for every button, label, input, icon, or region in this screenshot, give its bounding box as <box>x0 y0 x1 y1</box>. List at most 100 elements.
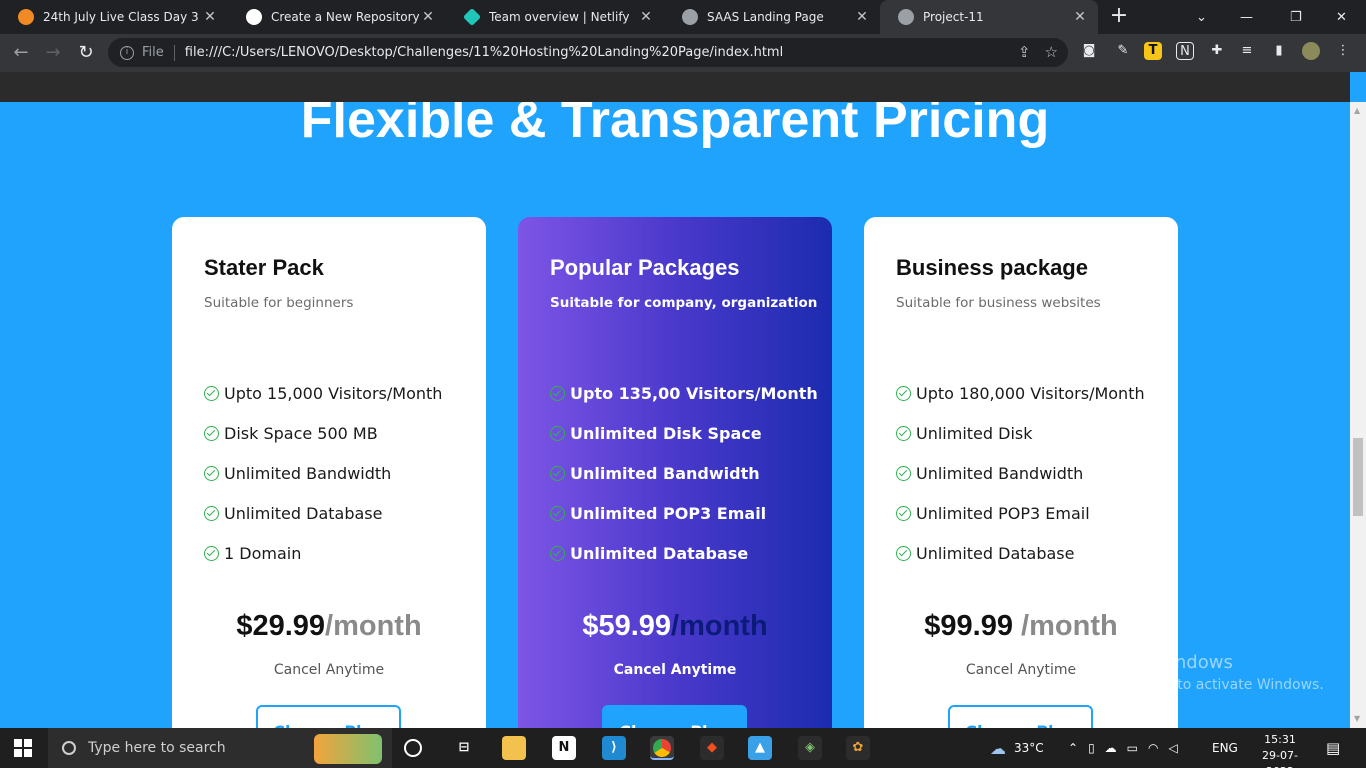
check-circle-icon <box>896 465 911 481</box>
feature-item: Disk Space 500 MB <box>204 413 486 453</box>
search-placeholder: Type here to search <box>88 740 226 756</box>
feature-list: Upto 135,00 Visitors/Month Unlimited Dis… <box>550 373 832 573</box>
feature-text: Unlimited Database <box>916 543 1075 563</box>
cancel-note: Cancel Anytime <box>273 662 385 678</box>
bookmark-star-icon[interactable]: ☆ <box>1045 43 1058 61</box>
network-adapter-icon[interactable]: ▯ <box>1088 741 1095 755</box>
notion-app-icon[interactable]: N <box>552 736 576 760</box>
clock-date: 29-07-2022 <box>1262 749 1298 768</box>
chrome-icon[interactable] <box>650 736 674 760</box>
globe-favicon-icon <box>682 9 698 25</box>
figma-icon[interactable]: ◆ <box>700 736 724 760</box>
t-extension-icon[interactable]: T <box>1144 42 1162 60</box>
site-info-icon[interactable]: i <box>120 45 134 60</box>
feature-text: Upto 135,00 Visitors/Month <box>570 383 818 403</box>
tab-title: Team overview | Netlify <box>489 10 630 24</box>
system-tray-icons: ⌃ ▯ ☁ ▭ ◠ ◁ <box>1068 728 1178 768</box>
camera-extension-icon[interactable]: ◙ <box>1080 42 1098 60</box>
reload-button[interactable]: ↻ <box>73 40 99 66</box>
plan-card-popular: Popular Packages Suitable for company, o… <box>518 217 832 728</box>
windows-taskbar: Type here to search ⊟ N ⟩ ◆ ▲ ◈ ✿ ☁ 33°C… <box>0 728 1366 768</box>
weather-widget[interactable]: ☁ 33°C <box>990 728 1044 768</box>
plan-subtitle: Suitable for business websites <box>896 295 1101 311</box>
feature-text: Upto 15,000 Visitors/Month <box>224 383 443 403</box>
feature-list: Upto 180,000 Visitors/Month Unlimited Di… <box>896 373 1178 573</box>
weather-cloud-icon: ☁ <box>990 738 1006 758</box>
feature-item: Unlimited Database <box>896 533 1178 573</box>
tab-search-icon[interactable]: ⌄ <box>1196 0 1207 34</box>
close-tab-icon[interactable]: ✕ <box>202 9 218 25</box>
minimize-button[interactable]: — <box>1240 0 1253 34</box>
scrollbar-thumb[interactable] <box>1353 438 1363 516</box>
feature-item: Unlimited Disk Space <box>550 413 832 453</box>
activate-windows-watermark: Activate Windows Go to Settings to activ… <box>1073 652 1324 693</box>
scroll-up-arrow-icon[interactable]: ▲ <box>1354 106 1360 115</box>
divider <box>173 44 175 61</box>
choose-plan-button[interactable]: Choose Plan <box>256 705 401 728</box>
windows-start-button[interactable] <box>14 739 32 757</box>
check-circle-icon <box>550 465 565 481</box>
tab-create-repository[interactable]: Create a New Repository ✕ <box>228 0 446 34</box>
plan-subtitle: Suitable for company, organization <box>550 295 818 311</box>
pen-extension-icon[interactable]: ✎ <box>1114 42 1132 60</box>
page-viewport: Flexible & Transparent Pricing Stater Pa… <box>0 72 1350 728</box>
show-hidden-icons-chevron-icon[interactable]: ⌃ <box>1068 741 1078 755</box>
choose-plan-button[interactable]: Choose Plan <box>602 705 747 728</box>
wifi-icon[interactable]: ◠ <box>1148 741 1158 755</box>
close-tab-icon[interactable]: ✕ <box>1072 9 1088 25</box>
photos-icon[interactable]: ▲ <box>748 736 772 760</box>
page-scrollbar[interactable]: ▲ ▼ <box>1350 102 1366 728</box>
cortana-icon[interactable] <box>404 739 422 757</box>
feature-text: Unlimited Bandwidth <box>224 463 392 483</box>
check-circle-icon <box>896 425 911 441</box>
task-view-icon[interactable]: ⊟ <box>452 736 476 760</box>
price-period: /month <box>671 610 768 642</box>
tab-netlify[interactable]: Team overview | Netlify ✕ <box>446 0 664 34</box>
share-icon[interactable]: ⇪ <box>1018 43 1031 61</box>
tab-project-11[interactable]: Project-11 ✕ <box>880 0 1098 34</box>
tab-title: Create a New Repository <box>271 10 420 24</box>
check-circle-icon <box>550 505 565 521</box>
tab-live-class[interactable]: 24th July Live Class Day 3 - F ✕ <box>0 0 228 34</box>
feature-list: Upto 15,000 Visitors/Month Disk Space 50… <box>204 373 486 573</box>
file-explorer-icon[interactable] <box>502 736 526 760</box>
new-tab-button[interactable]: + <box>1108 5 1130 27</box>
browser-tab-strip: 24th July Live Class Day 3 - F ✕ Create … <box>0 0 1366 34</box>
restore-button[interactable]: ❐ <box>1290 0 1302 34</box>
taskbar-search-box[interactable]: Type here to search <box>48 728 392 768</box>
price-amount: $59.99 <box>582 610 672 642</box>
side-panel-icon[interactable]: ▮ <box>1270 42 1288 60</box>
paint-icon[interactable]: ✿ <box>846 736 870 760</box>
feature-text: Unlimited Bandwidth <box>570 463 760 483</box>
temperature-text: 33°C <box>1014 741 1044 755</box>
language-indicator[interactable]: ENG <box>1212 728 1238 768</box>
onedrive-cloud-icon[interactable]: ☁ <box>1105 741 1117 755</box>
close-tab-icon[interactable]: ✕ <box>854 9 870 25</box>
battery-icon[interactable]: ▭ <box>1127 741 1138 755</box>
clock[interactable]: 15:31 29-07-2022 <box>1250 732 1310 768</box>
scroll-down-arrow-icon[interactable]: ▼ <box>1354 714 1360 723</box>
notification-center-icon[interactable]: ▤ <box>1326 728 1340 768</box>
address-bar[interactable]: i File file:///C:/Users/LENOVO/Desktop/C… <box>108 38 1068 67</box>
back-button[interactable]: ← <box>8 40 34 66</box>
vscode-icon[interactable]: ⟩ <box>602 736 626 760</box>
profile-avatar[interactable] <box>1302 42 1320 60</box>
url-text[interactable]: file:///C:/Users/LENOVO/Desktop/Challeng… <box>185 45 783 60</box>
close-window-button[interactable]: ✕ <box>1336 0 1347 34</box>
tab-saas-landing[interactable]: SAAS Landing Page ✕ <box>664 0 880 34</box>
brave-favicon-icon <box>18 9 34 25</box>
notion-extension-icon[interactable]: N <box>1176 42 1194 60</box>
forward-button[interactable]: → <box>40 40 66 66</box>
menu-kebab-icon[interactable]: ⋮ <box>1334 42 1352 60</box>
feature-item: Upto 135,00 Visitors/Month <box>550 373 832 413</box>
watermark-subtitle: Go to Settings to activate Windows. <box>1073 677 1324 693</box>
feature-text: Unlimited Bandwidth <box>916 463 1084 483</box>
close-tab-icon[interactable]: ✕ <box>638 9 654 25</box>
choose-plan-button[interactable]: Choose Plan <box>948 705 1093 728</box>
volume-icon[interactable]: ◁ <box>1169 741 1178 755</box>
git-icon[interactable]: ◈ <box>798 736 822 760</box>
feature-text: 1 Domain <box>224 543 302 563</box>
extensions-puzzle-icon[interactable]: ✚ <box>1208 42 1226 60</box>
close-tab-icon[interactable]: ✕ <box>420 9 436 25</box>
reading-list-icon[interactable]: ≡ <box>1238 42 1256 60</box>
